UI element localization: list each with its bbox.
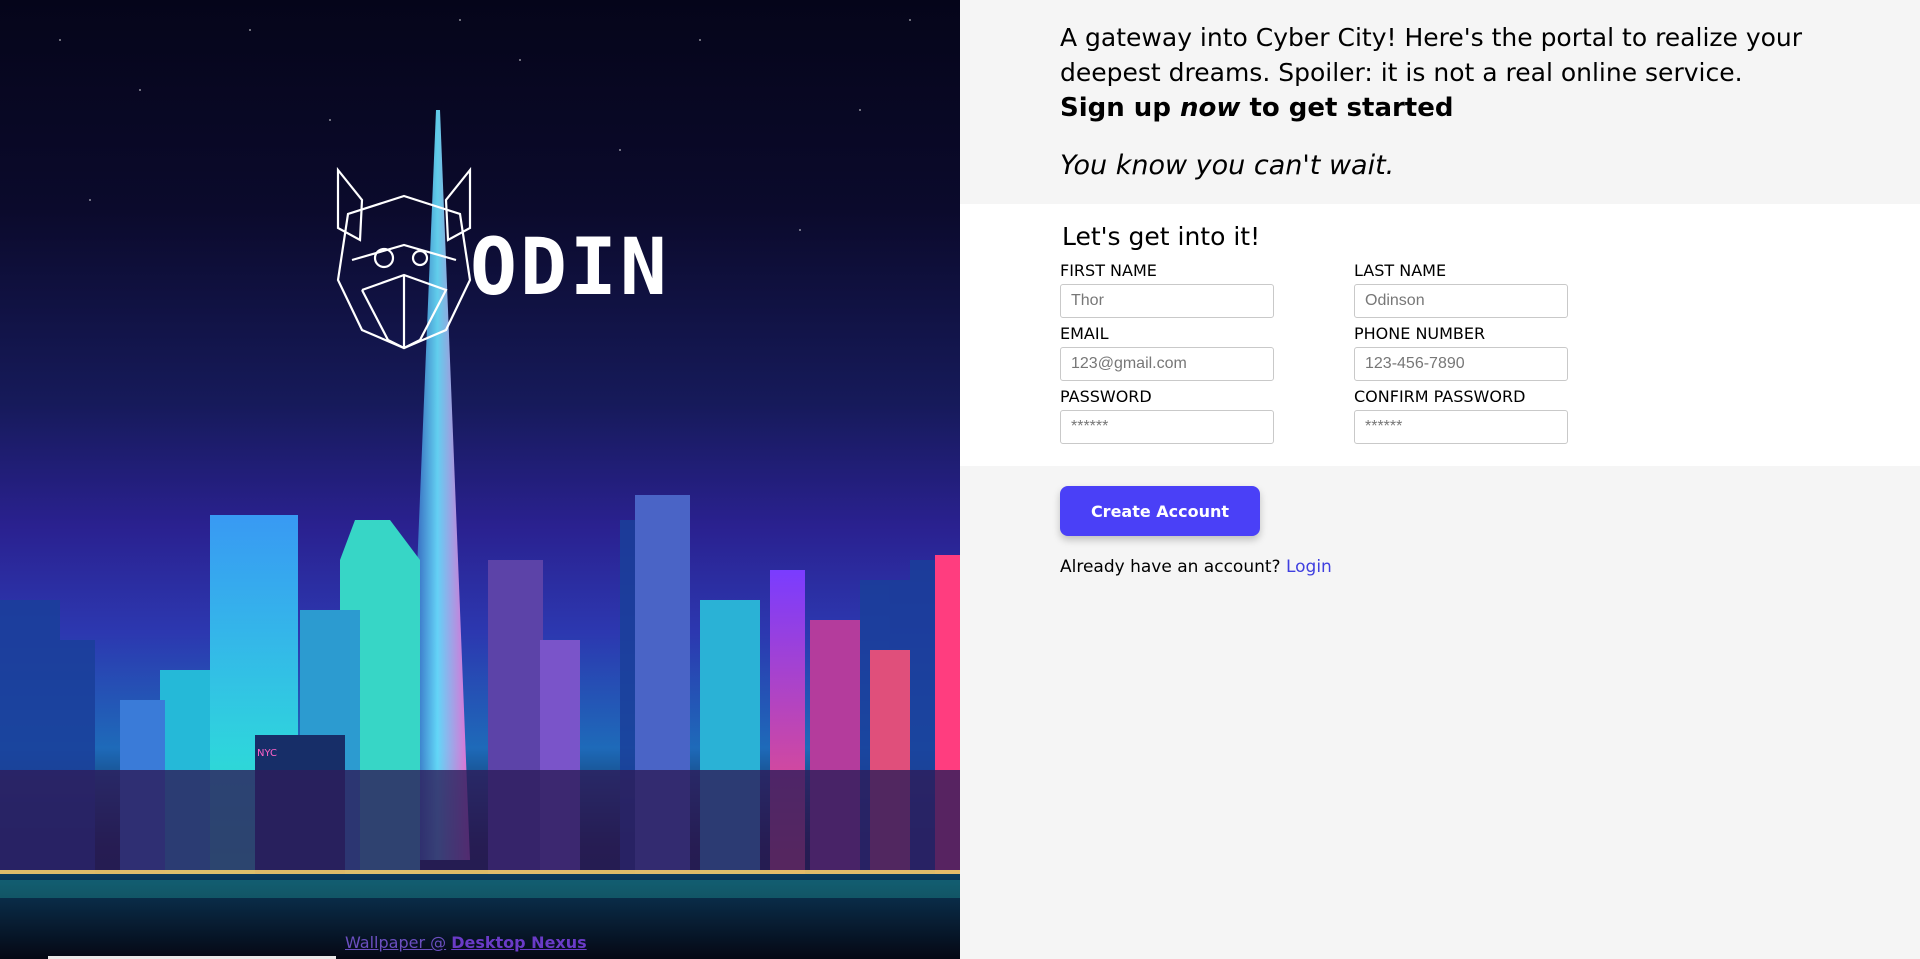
intro-lead-text: A gateway into Cyber City! Here's the po… [1060, 23, 1803, 87]
phone-input[interactable] [1354, 347, 1568, 381]
password-label: PASSWORD [1060, 387, 1152, 406]
city-skyline-wallpaper: NYC ODIN [0, 19, 960, 959]
confirm-password-input[interactable] [1354, 410, 1568, 444]
wallpaper-credit: Wallpaper @ Desktop Nexus [345, 933, 587, 952]
cta-emphasis: now [1180, 93, 1241, 123]
last-name-field: LAST NAME [1354, 261, 1568, 318]
last-name-label: LAST NAME [1354, 261, 1447, 280]
signup-cta: Sign up now to get started [1060, 90, 1820, 126]
confirm-password-label: CONFIRM PASSWORD [1354, 387, 1526, 406]
login-prompt: Already have an account? Login [1060, 557, 1332, 577]
first-name-input[interactable] [1060, 284, 1274, 318]
odin-logo [336, 166, 472, 350]
email-label: EMAIL [1060, 324, 1109, 343]
last-name-input[interactable] [1354, 284, 1568, 318]
building-sign: NYC [257, 748, 277, 759]
hero-panel: NYC ODIN Wallpaper @ Desktop Nexus [0, 0, 960, 959]
confirm-password-field: CONFIRM PASSWORD [1354, 387, 1568, 444]
desktop-nexus-link[interactable]: Desktop Nexus [451, 933, 586, 952]
password-field: PASSWORD [1060, 387, 1274, 444]
password-input[interactable] [1060, 410, 1274, 444]
create-account-button[interactable]: Create Account [1060, 486, 1260, 536]
intro-section: A gateway into Cyber City! Here's the po… [1060, 20, 1820, 184]
intro-tagline: You know you can't wait. [1060, 150, 1395, 181]
first-name-label: FIRST NAME [1060, 261, 1157, 280]
login-prompt-text: Already have an account? [1060, 557, 1281, 577]
email-input[interactable] [1060, 347, 1274, 381]
signup-panel: A gateway into Cyber City! Here's the po… [960, 0, 1920, 959]
email-field: EMAIL [1060, 324, 1274, 381]
wallpaper-credit-link[interactable]: Wallpaper @ [345, 933, 446, 952]
phone-label: PHONE NUMBER [1354, 324, 1486, 343]
phone-field: PHONE NUMBER [1354, 324, 1568, 381]
login-link[interactable]: Login [1286, 557, 1332, 577]
form-title: Let's get into it! [1062, 222, 1261, 251]
logo-wordmark: ODIN [470, 223, 670, 313]
cta-after: to get started [1249, 93, 1454, 123]
first-name-field: FIRST NAME [1060, 261, 1274, 318]
cta-before: Sign up [1060, 93, 1171, 123]
